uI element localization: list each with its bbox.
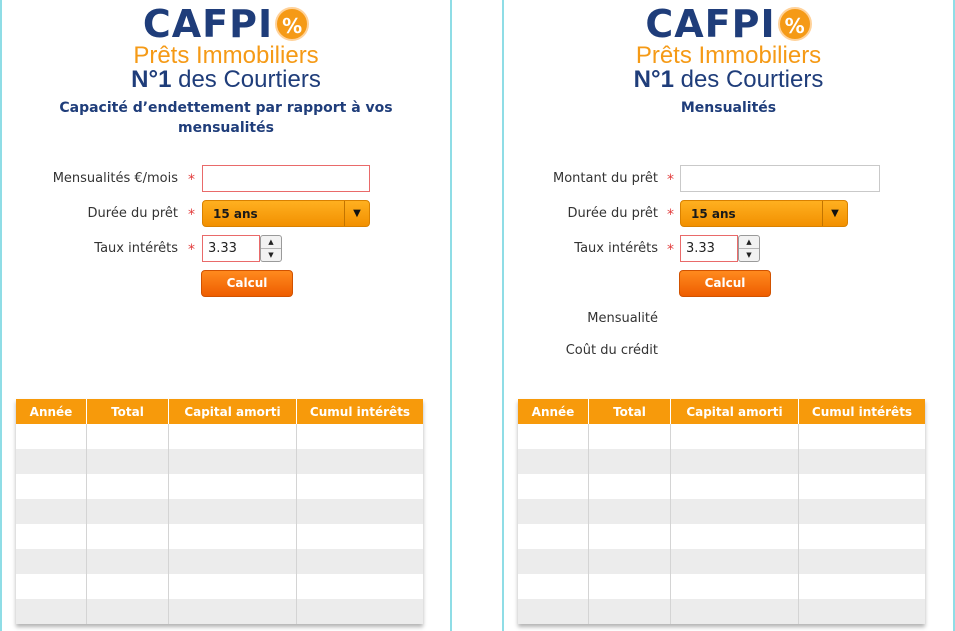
required-mark: *	[667, 207, 674, 223]
brand-tagline-2: N°1 des Courtiers	[633, 66, 824, 93]
duration-select[interactable]: 15 ans ▼	[202, 200, 370, 227]
arrow-down-icon[interactable]: ▼	[261, 249, 281, 261]
percent-badge-icon: %	[275, 7, 310, 41]
table-row	[518, 524, 925, 549]
interest-rate-value: 3.33	[208, 241, 237, 256]
cafpi-logo: CAFPI % Prêts Immobiliers N°1 des Courti…	[614, 4, 844, 92]
monthly-payment-label: Mensualité	[587, 311, 658, 326]
panel-title: Capacité d’endettement par rapport à vos…	[59, 100, 393, 136]
calculator-panel-monthly: CAFPI % Prêts Immobiliers N°1 des Courti…	[502, 0, 955, 631]
brand-tagline: Prêts Immobiliers	[133, 42, 319, 69]
required-mark: *	[188, 172, 195, 188]
required-mark: *	[188, 242, 195, 258]
monthly-amount-input[interactable]	[202, 165, 370, 192]
required-mark: *	[667, 242, 674, 258]
interest-rate-input[interactable]: 3.33	[680, 235, 738, 262]
table-row	[518, 474, 925, 499]
credit-cost-label: Coût du crédit	[565, 343, 658, 358]
col-total: Total	[588, 399, 671, 424]
calcul-button[interactable]: Calcul	[679, 270, 771, 297]
col-year: Année	[518, 399, 589, 424]
duration-label: Durée du prêt	[87, 206, 178, 221]
table-row	[518, 599, 925, 624]
arrow-up-icon[interactable]: ▲	[261, 236, 281, 249]
calculator-panel-capacity: CAFPI % Prêts Immobiliers N°1 des Courti…	[0, 0, 452, 631]
interest-rate-input[interactable]: 3.33	[202, 235, 260, 262]
col-capital: Capital amorti	[168, 399, 297, 424]
duration-select[interactable]: 15 ans ▼	[680, 200, 848, 227]
duration-value: 15 ans	[213, 207, 258, 221]
rate-stepper[interactable]: ▲ ▼	[260, 235, 282, 262]
table-row	[16, 499, 423, 524]
amount-label: Mensualités €/mois	[52, 171, 178, 186]
amortization-table: Année Total Capital amorti Cumul intérêt…	[518, 399, 925, 624]
table-row	[16, 549, 423, 574]
table-row	[16, 524, 423, 549]
chevron-down-icon: ▼	[822, 201, 847, 226]
col-year: Année	[16, 399, 87, 424]
duration-value: 15 ans	[691, 207, 736, 221]
brand-tagline: Prêts Immobiliers	[635, 42, 822, 69]
required-mark: *	[188, 207, 195, 223]
brand-tagline-2: N°1 des Courtiers	[131, 66, 321, 93]
table-row	[518, 499, 925, 524]
brand-name: CAFPI	[142, 2, 274, 46]
arrow-down-icon[interactable]: ▼	[739, 249, 759, 261]
table-row	[518, 449, 925, 474]
table-header-row: Année Total Capital amorti Cumul intérêt…	[16, 399, 423, 424]
amortization-table: Année Total Capital amorti Cumul intérêt…	[16, 399, 423, 624]
rate-label: Taux intérêts	[94, 241, 178, 256]
table-row	[518, 549, 925, 574]
table-header-row: Année Total Capital amorti Cumul intérêt…	[518, 399, 925, 424]
rate-stepper[interactable]: ▲ ▼	[738, 235, 760, 262]
table-row	[518, 574, 925, 599]
table-row	[16, 574, 423, 599]
cafpi-logo: CAFPI % Prêts Immobiliers N°1 des Courti…	[111, 4, 341, 92]
chevron-down-icon: ▼	[344, 201, 369, 226]
table-row	[16, 474, 423, 499]
panel-title: Mensualités	[680, 100, 777, 116]
percent-badge-icon: %	[777, 7, 812, 41]
brand-name: CAFPI	[645, 2, 776, 46]
col-interest: Cumul intérêts	[798, 399, 925, 424]
table-row	[16, 599, 423, 624]
table-row	[16, 424, 423, 449]
col-interest: Cumul intérêts	[296, 399, 423, 424]
calcul-button[interactable]: Calcul	[201, 270, 293, 297]
arrow-up-icon[interactable]: ▲	[739, 236, 759, 249]
required-mark: *	[667, 172, 674, 188]
interest-rate-value: 3.33	[686, 241, 715, 256]
amount-label: Montant du prêt	[553, 171, 658, 186]
col-total: Total	[86, 399, 169, 424]
loan-amount-input[interactable]	[680, 165, 880, 192]
rate-label: Taux intérêts	[574, 241, 658, 256]
duration-label: Durée du prêt	[567, 206, 658, 221]
table-row	[16, 449, 423, 474]
table-row	[518, 424, 925, 449]
col-capital: Capital amorti	[670, 399, 799, 424]
